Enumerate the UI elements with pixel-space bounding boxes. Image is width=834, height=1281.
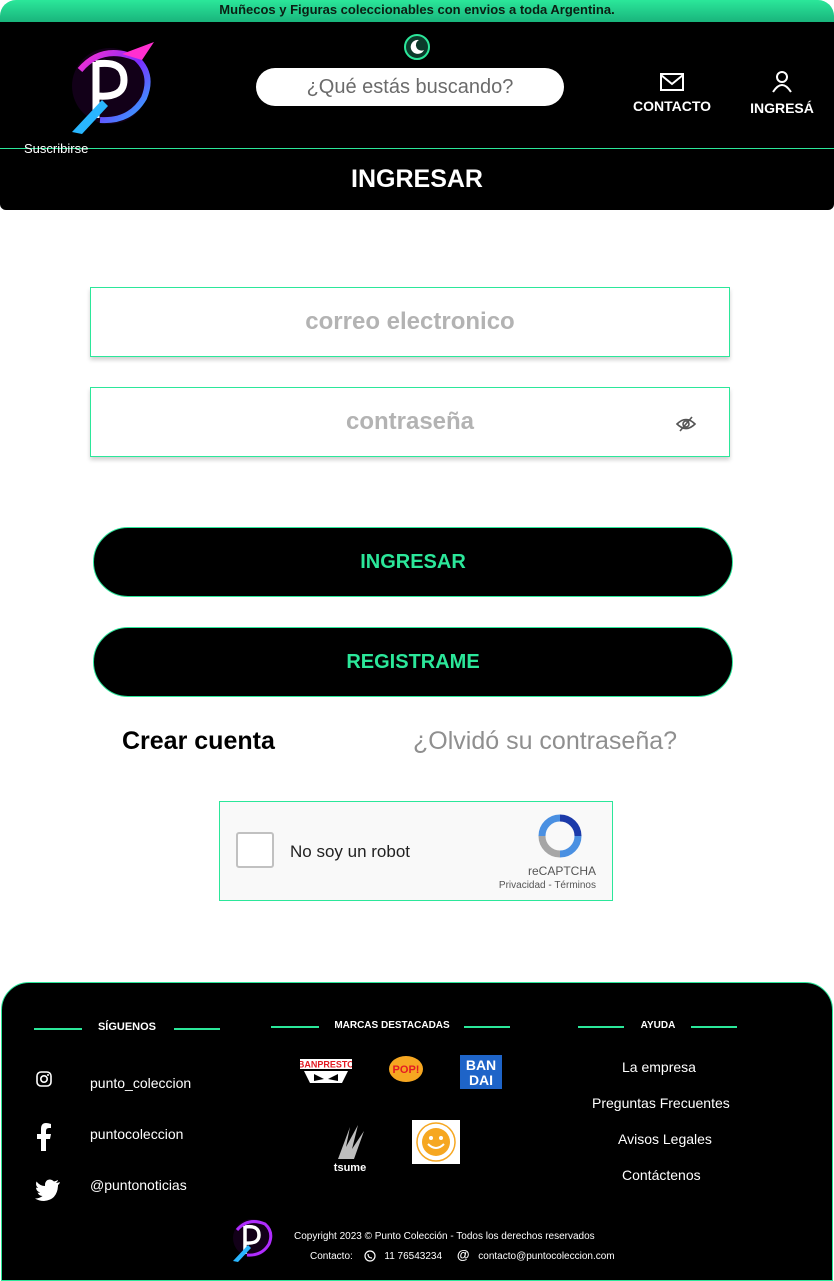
pop-text: POP! (393, 1064, 420, 1076)
announcement-bar: Muñecos y Figuras coleccionables con env… (0, 0, 834, 22)
page: Muñecos y Figuras coleccionables con env… (0, 0, 834, 1281)
contact-label: Contacto: (310, 1251, 353, 1262)
recaptcha-checkbox[interactable] (236, 832, 274, 868)
bandai-text-2: DAI (469, 1072, 493, 1088)
brands-title: MARCAS DESTACADAS (334, 1020, 450, 1031)
contact-link[interactable]: CONTACTO (628, 72, 716, 114)
help-link-contact[interactable]: Contáctenos (622, 1167, 701, 1183)
login-label: INGRESÁ (750, 100, 814, 116)
tsume-text: tsume (334, 1162, 366, 1174)
divider-line (464, 1026, 510, 1028)
divider-line (691, 1026, 737, 1028)
email-field-wrapper (90, 287, 730, 357)
help-link-legal[interactable]: Avisos Legales (618, 1131, 712, 1147)
password-field-wrapper (90, 387, 730, 457)
announcement-text: Muñecos y Figuras coleccionables con env… (219, 2, 615, 17)
login-link[interactable]: INGRESÁ (746, 70, 818, 116)
divider-line (271, 1026, 319, 1028)
instagram-handle[interactable]: punto_coleccion (90, 1075, 191, 1091)
email-field[interactable] (91, 288, 729, 356)
divider-line (174, 1028, 220, 1030)
help-title: AYUDA (640, 1020, 676, 1031)
twitter-handle[interactable]: @puntonoticias (90, 1177, 187, 1193)
help-link-faq[interactable]: Preguntas Frecuentes (592, 1095, 730, 1111)
bandai-logo[interactable]: BAN DAI (460, 1055, 502, 1089)
contact-row: Contacto: 11 76543234 @ contacto@puntoco… (310, 1247, 615, 1262)
dark-mode-toggle[interactable] (404, 34, 430, 60)
follow-title: SÍGUENOS (97, 1021, 157, 1033)
bandai-text-1: BAN (466, 1057, 496, 1073)
subscribe-link[interactable]: Suscribirse (24, 141, 88, 156)
divider-line (578, 1026, 624, 1028)
site-header: CONTACTO INGRESÁ Suscribirse INGRESAR (0, 22, 834, 210)
eye-hidden-icon[interactable] (675, 415, 697, 433)
banpresto-logo[interactable]: BANPRESTO (298, 1059, 354, 1085)
contact-phone[interactable]: 11 76543234 (384, 1251, 442, 1262)
password-field[interactable] (91, 388, 729, 456)
twitter-icon[interactable] (35, 1179, 61, 1201)
instagram-icon[interactable] (36, 1071, 52, 1087)
divider-line (34, 1028, 82, 1030)
recaptcha-label: No soy un robot (290, 842, 411, 861)
copyright-text: Copyright 2023 © Punto Colección - Todos… (294, 1231, 595, 1242)
page-title: INGRESAR (351, 165, 483, 193)
register-button[interactable]: REGISTRAME (93, 627, 733, 697)
brand-logo[interactable] (62, 40, 162, 136)
at-icon: @ (456, 1247, 470, 1262)
facebook-icon[interactable] (36, 1123, 52, 1151)
recaptcha-brand: reCAPTCHA (527, 864, 596, 878)
header-divider (0, 148, 834, 149)
forgot-password-link[interactable]: ¿Olvidó su contraseña? (413, 727, 677, 756)
recaptcha-widget: No soy un robot reCAPTCHA Privacidad - T… (219, 801, 613, 901)
create-account-link[interactable]: Crear cuenta (122, 727, 275, 756)
funko-pop-logo[interactable]: POP! (388, 1055, 424, 1083)
search-input[interactable] (256, 68, 564, 106)
good-smile-logo[interactable] (412, 1120, 460, 1164)
recaptcha-links[interactable]: Privacidad - Términos (499, 880, 596, 891)
recaptcha-icon (538, 814, 582, 858)
help-link-company[interactable]: La empresa (622, 1059, 696, 1075)
site-footer: SÍGUENOS MARCAS DESTACADAS AYUDA punto_c… (1, 982, 833, 1281)
whatsapp-icon (363, 1250, 376, 1262)
facebook-handle[interactable]: puntocoleccion (90, 1126, 183, 1142)
footer-brand-logo[interactable] (228, 1213, 278, 1265)
moon-icon (410, 39, 424, 54)
banpresto-text: BANPRESTO (300, 1060, 352, 1070)
contact-label: CONTACTO (632, 98, 712, 114)
user-icon (772, 71, 792, 93)
contact-email[interactable]: contacto@puntocoleccion.com (478, 1251, 614, 1262)
mail-icon (660, 73, 684, 91)
login-button[interactable]: INGRESAR (93, 527, 733, 597)
tsume-logo[interactable]: tsume (330, 1123, 370, 1175)
